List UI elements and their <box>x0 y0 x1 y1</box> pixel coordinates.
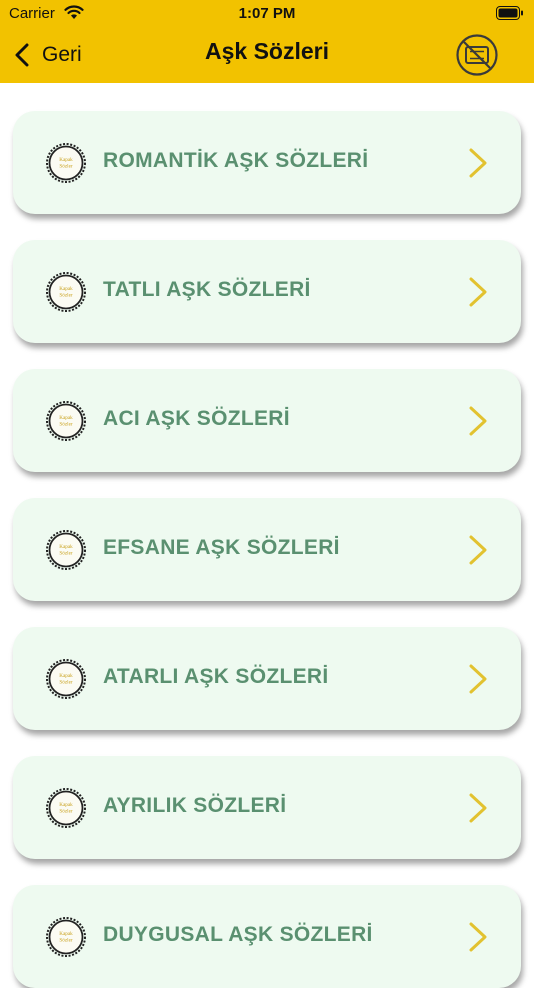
badge-icon: Kapak Sözler <box>46 401 86 441</box>
badge-icon: Kapak Sözler <box>46 659 86 699</box>
category-label: DUYGUSAL AŞK SÖZLERİ <box>103 923 373 946</box>
svg-text:Kapak: Kapak <box>59 802 73 808</box>
chevron-right-icon <box>469 664 487 694</box>
category-label: EFSANE AŞK SÖZLERİ <box>103 536 340 559</box>
category-label: ATARLI AŞK SÖZLERİ <box>103 665 329 688</box>
svg-text:Sözler: Sözler <box>59 164 73 170</box>
chevron-right-icon <box>469 148 487 178</box>
svg-text:Sözler: Sözler <box>59 551 73 557</box>
badge-icon: Kapak Sözler <box>46 143 86 183</box>
svg-text:Kapak: Kapak <box>59 931 73 937</box>
chevron-right-icon <box>469 535 487 565</box>
svg-text:Kapak: Kapak <box>59 157 73 163</box>
category-label: ROMANTİK AŞK SÖZLERİ <box>103 149 369 172</box>
chevron-right-icon <box>469 793 487 823</box>
svg-text:Sözler: Sözler <box>59 680 73 686</box>
svg-text:Kapak: Kapak <box>59 286 73 292</box>
svg-text:Sözler: Sözler <box>59 809 73 815</box>
svg-text:Sözler: Sözler <box>59 938 73 944</box>
navigation-bar: Geri Aşk Sözleri <box>0 28 534 83</box>
category-label: ACI AŞK SÖZLERİ <box>103 407 290 430</box>
svg-text:Sözler: Sözler <box>59 422 73 428</box>
category-card-efsane[interactable]: Kapak Sözler EFSANE AŞK SÖZLERİ <box>13 498 521 601</box>
category-card-tatli[interactable]: Kapak Sözler TATLI AŞK SÖZLERİ <box>13 240 521 343</box>
category-label: TATLI AŞK SÖZLERİ <box>103 278 311 301</box>
category-card-atarli[interactable]: Kapak Sözler ATARLI AŞK SÖZLERİ <box>13 627 521 730</box>
clock: 1:07 PM <box>238 5 296 22</box>
chevron-right-icon <box>469 922 487 952</box>
badge-icon: Kapak Sözler <box>46 272 86 312</box>
category-label: AYRILIK SÖZLERİ <box>103 794 287 817</box>
chevron-right-icon <box>469 277 487 307</box>
svg-text:Kapak: Kapak <box>59 415 73 421</box>
badge-icon: Kapak Sözler <box>46 530 86 570</box>
svg-text:Sözler: Sözler <box>59 293 73 299</box>
svg-text:Kapak: Kapak <box>59 544 73 550</box>
page-title: Aşk Sözleri <box>205 38 329 64</box>
category-card-duygusal[interactable]: Kapak Sözler DUYGUSAL AŞK SÖZLERİ <box>13 885 521 988</box>
category-card-ayrilik[interactable]: Kapak Sözler AYRILIK SÖZLERİ <box>13 756 521 859</box>
no-ads-icon[interactable] <box>455 33 499 77</box>
category-card-aci[interactable]: Kapak Sözler ACI AŞK SÖZLERİ <box>13 369 521 472</box>
category-card-romantik[interactable]: Kapak Sözler ROMANTİK AŞK SÖZLERİ <box>13 111 521 214</box>
battery-icon <box>496 6 523 20</box>
status-bar: Carrier 1:07 PM <box>0 0 534 28</box>
svg-text:Kapak: Kapak <box>59 673 73 679</box>
badge-icon: Kapak Sözler <box>46 788 86 828</box>
chevron-right-icon <box>469 406 487 436</box>
badge-icon: Kapak Sözler <box>46 917 86 957</box>
top-bar: Carrier 1:07 PM Geri Aşk Sözleri <box>0 0 534 83</box>
